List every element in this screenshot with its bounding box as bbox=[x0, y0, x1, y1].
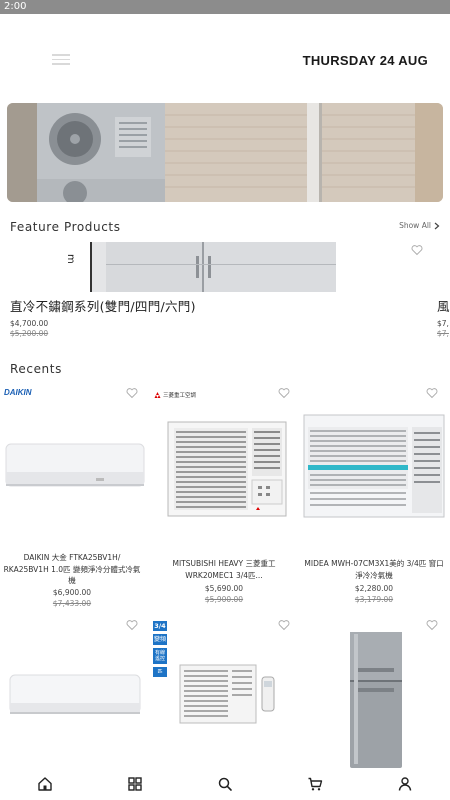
product-price: $6,900.00 bbox=[52, 588, 92, 597]
product-old-price: $3,179.00 bbox=[354, 595, 394, 604]
feature-product-old-price: $5,200.00 bbox=[10, 329, 49, 338]
heart-icon[interactable] bbox=[278, 619, 290, 631]
status-bar: 2:00 bbox=[0, 0, 450, 14]
hero-image bbox=[7, 103, 443, 202]
heart-icon[interactable] bbox=[126, 619, 138, 631]
feature-product-name: 風 bbox=[437, 299, 450, 314]
product-card[interactable]: 三菱重工空調 MITSUBISHI HEAVY 三菱重工 WRK20MEC1 3… bbox=[152, 383, 296, 613]
search-icon[interactable] bbox=[217, 776, 233, 792]
heart-icon[interactable] bbox=[426, 387, 438, 399]
product-card[interactable]: MIDEA MWH-07CM3X1美的 3/4匹 窗口淨冷冷氣機 $2,280.… bbox=[302, 383, 446, 613]
heart-icon[interactable] bbox=[278, 387, 290, 399]
show-all-link[interactable]: Show All bbox=[399, 221, 440, 230]
profile-icon[interactable] bbox=[397, 776, 413, 792]
mitsubishi-logo-icon bbox=[154, 392, 161, 398]
svg-text:m: m bbox=[65, 254, 76, 264]
feature-product-card[interactable]: m bbox=[0, 240, 450, 350]
badge-inverter: 變頻 bbox=[153, 634, 167, 645]
feature-product-price: $7, bbox=[437, 319, 449, 328]
feature-product-image: m bbox=[62, 242, 336, 292]
bottom-nav bbox=[0, 770, 450, 800]
header-date: THURSDAY 24 AUG bbox=[302, 53, 428, 68]
product-image bbox=[303, 414, 445, 518]
product-image bbox=[350, 632, 402, 768]
product-name: MITSUBISHI HEAVY 三菱重工 WRK20MEC1 3/4匹... bbox=[172, 559, 276, 580]
menu-icon[interactable] bbox=[52, 54, 70, 66]
product-image bbox=[167, 421, 287, 517]
cart-icon[interactable] bbox=[307, 776, 323, 792]
product-name: MIDEA MWH-07CM3X1美的 3/4匹 窗口淨冷冷氣機 bbox=[304, 559, 444, 580]
badge-wired-remote: 有線遙控 bbox=[153, 648, 167, 664]
chevron-right-icon bbox=[434, 222, 440, 229]
badge-three-quarter: 3/4 bbox=[153, 621, 167, 631]
product-image bbox=[5, 443, 145, 487]
show-all-label: Show All bbox=[399, 221, 431, 230]
feature-product-price: $4,700.00 bbox=[10, 319, 49, 328]
header: THURSDAY 24 AUG bbox=[0, 14, 450, 102]
product-price: $2,280.00 bbox=[354, 584, 394, 593]
hero-banner[interactable] bbox=[7, 103, 443, 202]
feature-product-old-price: $7, bbox=[437, 329, 449, 338]
brand-logo: 三菱重工空調 bbox=[154, 391, 196, 399]
feature-products-title: Feature Products bbox=[10, 220, 121, 234]
feature-product-name: 直冷不鏽鋼系列(雙門/四門/六門) bbox=[10, 299, 196, 314]
product-image bbox=[179, 664, 275, 724]
product-old-price: $5,900.00 bbox=[204, 595, 244, 604]
product-card[interactable] bbox=[302, 615, 446, 770]
heart-icon[interactable] bbox=[426, 619, 438, 631]
recents-title: Recents bbox=[10, 362, 62, 376]
product-old-price: $7,433.00 bbox=[52, 599, 92, 608]
home-icon[interactable] bbox=[37, 776, 53, 792]
status-time: 2:00 bbox=[4, 1, 27, 12]
product-price: $5,690.00 bbox=[204, 584, 244, 593]
product-card[interactable]: DAIKIN DAIKIN 大金 FTKA25BV1H/ RKA25BV1H 1… bbox=[0, 383, 145, 613]
grid-icon[interactable] bbox=[127, 776, 143, 792]
heart-icon[interactable] bbox=[411, 244, 423, 256]
brand-logo: DAIKIN bbox=[4, 388, 32, 397]
product-name: DAIKIN 大金 FTKA25BV1H/ RKA25BV1H 1.0匹 變頻淨… bbox=[3, 553, 141, 585]
product-card[interactable] bbox=[0, 615, 144, 770]
promo-badges: 3/4 變頻 有線遙控 匹 bbox=[153, 621, 167, 677]
product-image bbox=[9, 674, 141, 714]
badge-unit: 匹 bbox=[153, 667, 167, 677]
product-card[interactable]: 3/4 變頻 有線遙控 匹 bbox=[152, 615, 296, 770]
heart-icon[interactable] bbox=[126, 387, 138, 399]
